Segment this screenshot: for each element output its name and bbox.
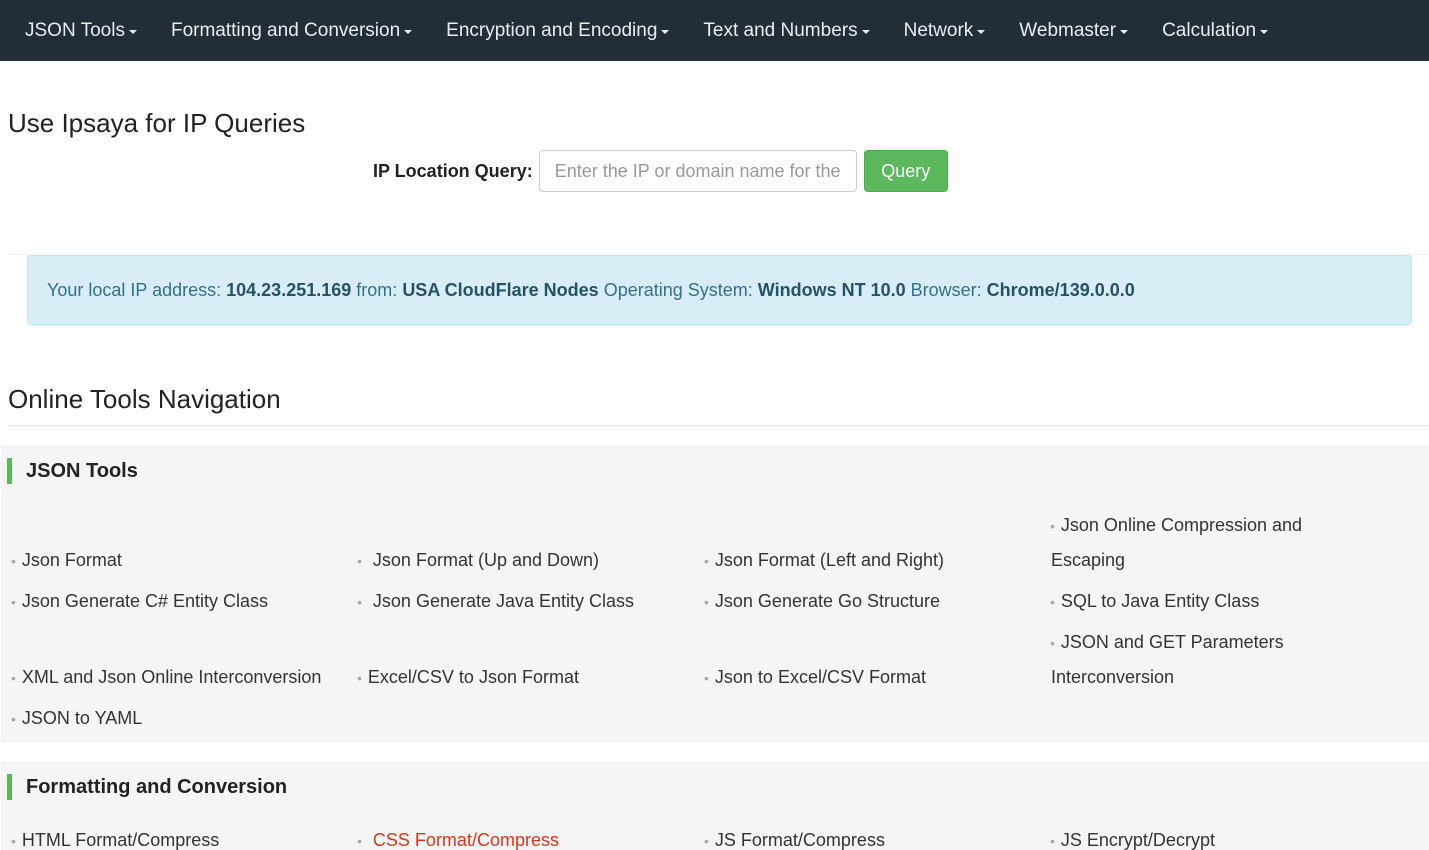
formatting-conversion-panel: Formatting and Conversion • HTML Format/C… [1,761,1429,850]
nav-label: Text and Numbers [703,19,858,41]
nav-label: Encryption and Encoding [446,19,658,41]
tool-label: JSON to YAML [21,708,143,728]
from-label: from: [356,279,398,300]
bullet-icon: • [11,553,16,569]
tool-label: Json to Excel/CSV Format [714,667,926,687]
caret-down-icon [1120,29,1129,34]
tool-label: Json Format (Left and Right) [714,550,945,570]
tool-label: Json Format [21,550,122,570]
bullet-icon: • [11,711,16,727]
bullet-icon: • [11,833,16,849]
caret-down-icon [128,29,137,34]
nav-json-tools[interactable]: JSON Tools [8,0,154,61]
caret-down-icon [977,29,986,34]
nav-label: Webmaster [1019,19,1117,41]
tool-label: XML and Json Online Interconversion [21,667,322,687]
caret-down-icon [661,29,670,34]
tool-label: SQL to Java Entity Class [1060,591,1260,611]
tool-link[interactable]: • JSON and GET Parameters [1050,625,1284,661]
bullet-icon: • [1050,518,1055,534]
section-divider [8,425,1429,426]
tool-label: Excel/CSV to Json Format [367,667,579,687]
tool-link[interactable]: • JS Encrypt/Decrypt [1050,823,1215,850]
tool-label: Json Generate Java Entity Class [372,591,635,611]
tool-label: Escaping [1051,550,1126,570]
tool-label: Json Format (Up and Down) [372,550,600,570]
local-ip-info: Your local IP address: 104.23.251.169 fr… [27,255,1412,325]
tool-link[interactable]: • JS Format/Compress [704,823,885,850]
nav-label: JSON Tools [25,19,125,41]
tool-label: Json Generate Go Structure [714,591,941,611]
bullet-icon: • [1050,594,1055,610]
nav-text-numbers[interactable]: Text and Numbers [686,0,886,61]
nav-label: Formatting and Conversion [170,19,401,41]
ip-query-input[interactable] [538,150,857,192]
ip-query-label: IP Location Query: [373,160,533,181]
tool-link[interactable]: • Json to Excel/CSV Format [704,660,926,696]
ip-query-form: IP Location Query: Query [373,150,948,192]
nav-network[interactable]: Network [887,0,1003,61]
tool-link[interactable]: • Json Format (Left and Right) [704,543,944,579]
bullet-icon: • [704,553,709,569]
tool-label: JS Format/Compress [714,830,885,850]
page-title: Use Ipsaya for IP Queries [8,108,306,138]
tool-link[interactable]: • JSON to YAML [11,701,142,737]
bullet-icon: • [357,670,362,686]
tool-label: JS Encrypt/Decrypt [1060,830,1215,850]
tool-link[interactable]: • CSS Format/Compress [357,823,559,850]
json-tools-panel: JSON Tools • Json Format • Json Format (U… [1,445,1429,743]
bullet-icon: • [704,594,709,610]
bullet-icon: • [11,670,16,686]
tool-link[interactable]: • Json Format (Up and Down) [357,543,599,579]
tool-label: CSS Format/Compress [372,830,559,850]
ip-location: USA CloudFlare Nodes [402,279,599,300]
panel-title: JSON Tools [7,458,138,484]
tool-link[interactable]: • Json Format [11,543,122,579]
bullet-icon: • [1050,833,1055,849]
ip-address: 104.23.251.169 [226,279,352,300]
bullet-icon: • [11,594,16,610]
tool-label: Json Generate C# Entity Class [21,591,269,611]
query-button[interactable]: Query [863,150,948,192]
top-navbar: JSON Tools Formatting and Conversion Enc… [0,0,1429,61]
browser-value: Chrome/139.0.0.0 [986,279,1135,300]
nav-webmaster[interactable]: Webmaster [1002,0,1145,61]
tool-link[interactable]: • Json Generate C# Entity Class [11,584,268,620]
bullet-icon: • [704,833,709,849]
bullet-icon: • [1050,635,1055,651]
bullet-icon: • [357,594,362,610]
tool-link-continued[interactable]: Interconversion [1051,660,1174,695]
tool-link[interactable]: • Json Generate Java Entity Class [357,584,634,620]
ip-prefix-text: Your local IP address: [47,279,222,300]
tool-link-continued[interactable]: Escaping [1051,543,1125,578]
nav-label: Network [903,19,974,41]
tool-label: JSON and GET Parameters [1060,632,1284,652]
tool-link[interactable]: • SQL to Java Entity Class [1050,584,1259,620]
browser-label: Browser: [910,279,982,300]
tool-label: Json Online Compression and [1060,515,1303,535]
caret-down-icon [404,29,413,34]
tool-label: HTML Format/Compress [21,830,220,850]
nav-label: Calculation [1162,19,1257,41]
caret-down-icon [1260,29,1269,34]
bullet-icon: • [357,833,362,849]
caret-down-icon [861,29,870,34]
tool-link[interactable]: • XML and Json Online Interconversion [11,660,321,696]
nav-calculation[interactable]: Calculation [1145,0,1285,61]
os-value: Windows NT 10.0 [757,279,906,300]
section-title: Online Tools Navigation [8,384,281,414]
tool-label: Interconversion [1051,667,1175,687]
os-label: Operating System: [603,279,753,300]
tool-link[interactable]: • HTML Format/Compress [11,823,219,850]
tool-link[interactable]: • Json Online Compression and [1050,508,1302,544]
tool-link[interactable]: • Excel/CSV to Json Format [357,660,579,696]
bullet-icon: • [357,553,362,569]
nav-encryption-encoding[interactable]: Encryption and Encoding [429,0,686,61]
panel-title: Formatting and Conversion [7,774,287,800]
nav-formatting-conversion[interactable]: Formatting and Conversion [154,0,429,61]
tool-link[interactable]: • Json Generate Go Structure [704,584,940,620]
bullet-icon: • [704,670,709,686]
